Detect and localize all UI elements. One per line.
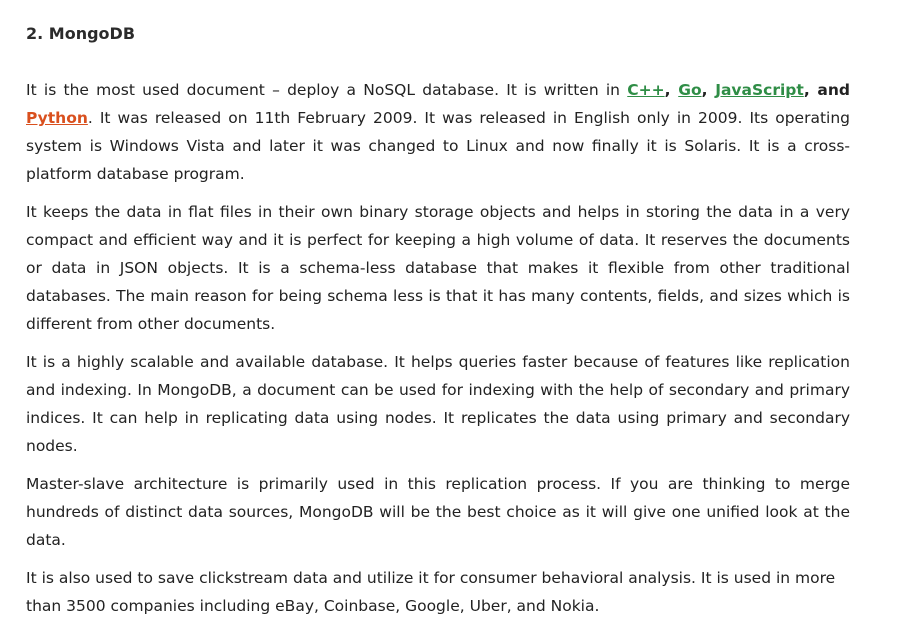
intro-text-after: . It was released on 11th February 2009.…	[26, 109, 850, 183]
paragraph-intro: It is the most used document – deploy a …	[26, 76, 850, 188]
intro-text-before: It is the most used document – deploy a …	[26, 81, 628, 99]
article-section: 2. MongoDB It is the most used document …	[26, 22, 850, 630]
separator: , and	[803, 81, 850, 99]
paragraph-replication: Master-slave architecture is primarily u…	[26, 475, 850, 549]
paragraph-usage: It is also used to save clickstream data…	[26, 569, 836, 615]
paragraph-scalability: It is a highly scalable and available da…	[26, 353, 850, 455]
link-javascript[interactable]: JavaScript	[715, 81, 804, 99]
link-cpp[interactable]: C++	[627, 81, 664, 99]
section-heading: 2. MongoDB	[26, 24, 136, 43]
paragraph-storage: It keeps the data in flat files in their…	[26, 203, 850, 333]
link-go[interactable]: Go	[678, 81, 701, 99]
link-python[interactable]: Python	[26, 109, 88, 127]
separator: ,	[664, 81, 679, 99]
separator: ,	[701, 81, 716, 99]
